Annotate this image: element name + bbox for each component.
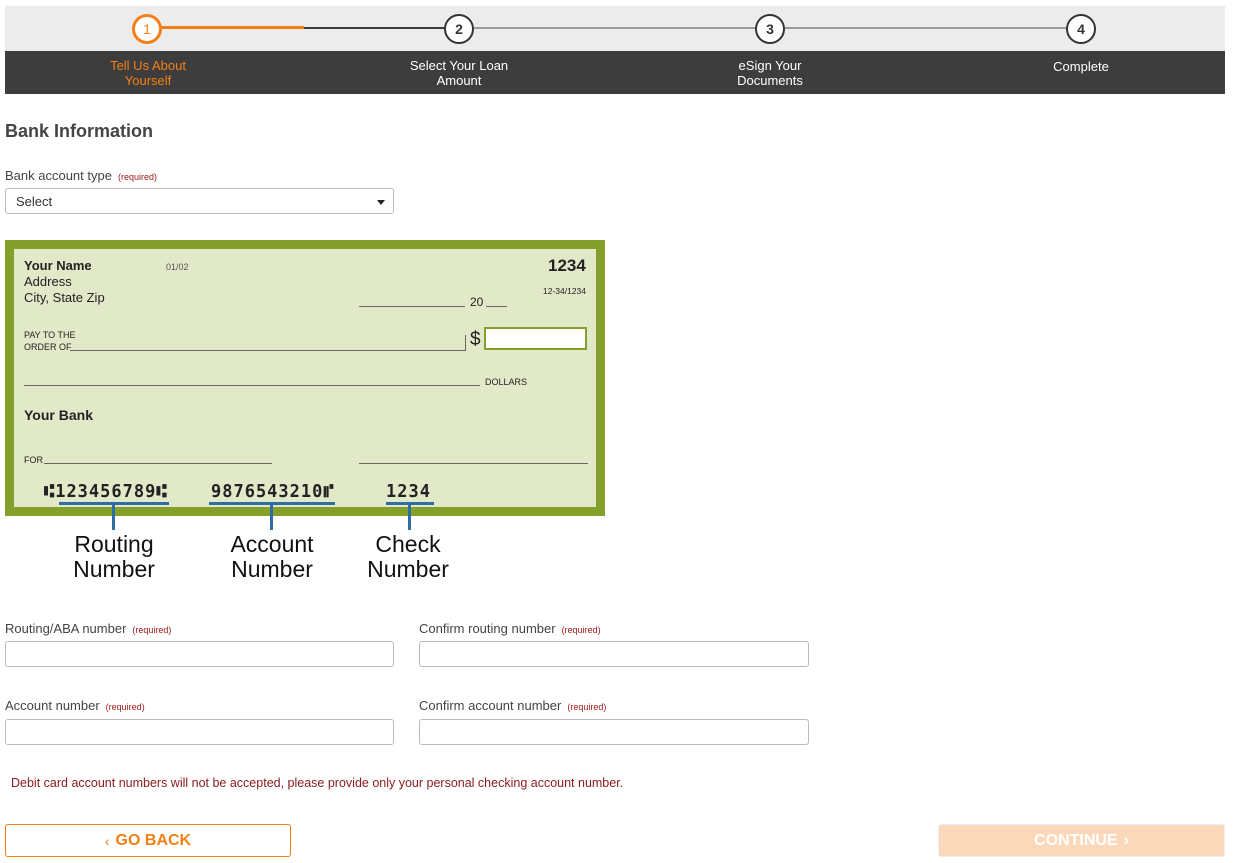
pay-to-line: ORDER OF xyxy=(24,342,72,352)
required-tag: (required) xyxy=(105,702,145,712)
confirm-routing-label: Confirm routing number (required) xyxy=(419,621,601,636)
label-text: Confirm routing number xyxy=(419,621,556,636)
account-label: Account number (required) xyxy=(5,698,145,713)
check-address: Address xyxy=(24,274,72,289)
date-line xyxy=(359,306,465,307)
amount-box xyxy=(484,327,587,350)
signature-line xyxy=(359,463,588,464)
micr-symbol: ⑈ xyxy=(323,481,335,503)
step-4-label: Complete xyxy=(1001,59,1161,74)
check-bank-name: Your Bank xyxy=(24,407,93,423)
routing-callout-stem xyxy=(112,504,115,530)
pay-to-line: PAY TO THE xyxy=(24,330,76,340)
debit-card-notice: Debit card account numbers will not be a… xyxy=(11,776,624,790)
progress-line xyxy=(785,27,1066,29)
caption-line: Routing xyxy=(74,531,154,557)
check-illustration: Your Name Address City, State Zip 01/02 … xyxy=(5,240,605,516)
progress-line xyxy=(304,27,444,29)
label-text: Account number xyxy=(5,698,100,713)
progress-line-complete xyxy=(161,26,304,29)
account-callout-stem xyxy=(270,504,273,530)
micr-account: 9876543210⑈ xyxy=(211,482,335,503)
check-city: City, State Zip xyxy=(24,290,105,305)
select-value: Select xyxy=(16,194,53,209)
check-number-caption: Check Number xyxy=(348,532,468,582)
step-2-label: Select Your Loan Amount xyxy=(379,58,539,88)
step-label-line: Tell Us About xyxy=(110,58,186,73)
step-1-label: Tell Us About Yourself xyxy=(68,58,228,88)
label-text: Routing/ABA number xyxy=(5,621,127,636)
chevron-right-icon: › xyxy=(1123,831,1129,849)
dollar-sign: $ xyxy=(470,329,481,350)
check-number-top: 1234 xyxy=(548,256,586,275)
step-3-label: eSign Your Documents xyxy=(690,58,850,88)
confirm-account-number-input[interactable] xyxy=(419,719,809,745)
check-callout-stem xyxy=(408,504,411,530)
routing-number-input[interactable] xyxy=(5,641,394,667)
caption-line: Number xyxy=(231,556,313,582)
progress-stepper: 1 2 3 4 xyxy=(5,6,1225,51)
step-label-line: Yourself xyxy=(124,73,172,88)
step-label-line: Complete xyxy=(1053,59,1109,74)
required-tag: (required) xyxy=(117,172,157,182)
required-tag: (required) xyxy=(561,625,601,635)
go-back-button[interactable]: ‹ GO BACK xyxy=(5,824,291,857)
micr-account-number: 9876543210 xyxy=(211,481,324,503)
routing-number-caption: Routing Number xyxy=(54,532,174,582)
button-label: GO BACK xyxy=(115,831,192,849)
caption-line: Check xyxy=(375,531,441,557)
caret-down-icon xyxy=(377,200,385,205)
caption-line: Number xyxy=(73,556,155,582)
micr-symbol: ⑆ xyxy=(44,481,56,503)
caption-line: Number xyxy=(367,556,449,582)
step-3-circle: 3 xyxy=(755,14,785,44)
account-type-label: Bank account type (required) xyxy=(5,168,157,183)
check-fraction-code: 12-34/1234 xyxy=(543,286,587,296)
step-label-line: eSign Your xyxy=(738,58,802,73)
chevron-left-icon: ‹ xyxy=(104,832,110,849)
step-4-circle: 4 xyxy=(1066,14,1096,44)
check-name: Your Name xyxy=(24,258,92,273)
for-label: FOR xyxy=(24,455,43,465)
date-line xyxy=(486,306,507,307)
continue-button[interactable]: CONTINUE › xyxy=(938,824,1225,857)
step-label-line: Amount xyxy=(436,73,482,88)
memo-line xyxy=(44,463,272,464)
micr-check: 1234 xyxy=(386,482,431,503)
check-face: Your Name Address City, State Zip 01/02 … xyxy=(14,249,596,507)
caption-line: Account xyxy=(230,531,314,557)
routing-label: Routing/ABA number (required) xyxy=(5,621,171,636)
amount-words-line xyxy=(24,385,480,386)
label-text: Confirm account number xyxy=(419,698,562,713)
micr-routing: ⑆123456789⑆ xyxy=(44,482,168,503)
account-type-select[interactable]: Select xyxy=(5,188,394,214)
confirm-account-label: Confirm account number (required) xyxy=(419,698,606,713)
date-label: 20 xyxy=(470,295,484,309)
progress-line xyxy=(474,27,755,29)
confirm-routing-number-input[interactable] xyxy=(419,641,809,667)
label-text: Bank account type xyxy=(5,168,112,183)
check-date-code: 01/02 xyxy=(166,262,189,272)
step-1-circle: 1 xyxy=(132,14,162,44)
payee-line xyxy=(70,350,466,351)
payee-line-end xyxy=(465,335,466,351)
micr-routing-number: 123456789 xyxy=(55,481,157,503)
button-label: CONTINUE xyxy=(1034,831,1118,849)
account-number-input[interactable] xyxy=(5,719,394,745)
micr-check-number: 1234 xyxy=(386,481,431,503)
account-number-caption: Account Number xyxy=(212,532,332,582)
step-label-line: Select Your Loan xyxy=(409,58,509,73)
required-tag: (required) xyxy=(567,702,607,712)
micr-symbol: ⑆ xyxy=(156,481,168,503)
dollars-label: DOLLARS xyxy=(485,377,528,387)
required-tag: (required) xyxy=(132,625,172,635)
section-title: Bank Information xyxy=(5,121,154,141)
step-label-line: Documents xyxy=(737,73,803,88)
stepper-labels: Tell Us About Yourself Select Your Loan … xyxy=(5,51,1225,94)
step-2-circle: 2 xyxy=(444,14,474,44)
pay-to-label: PAY TO THE ORDER OF xyxy=(24,329,76,353)
